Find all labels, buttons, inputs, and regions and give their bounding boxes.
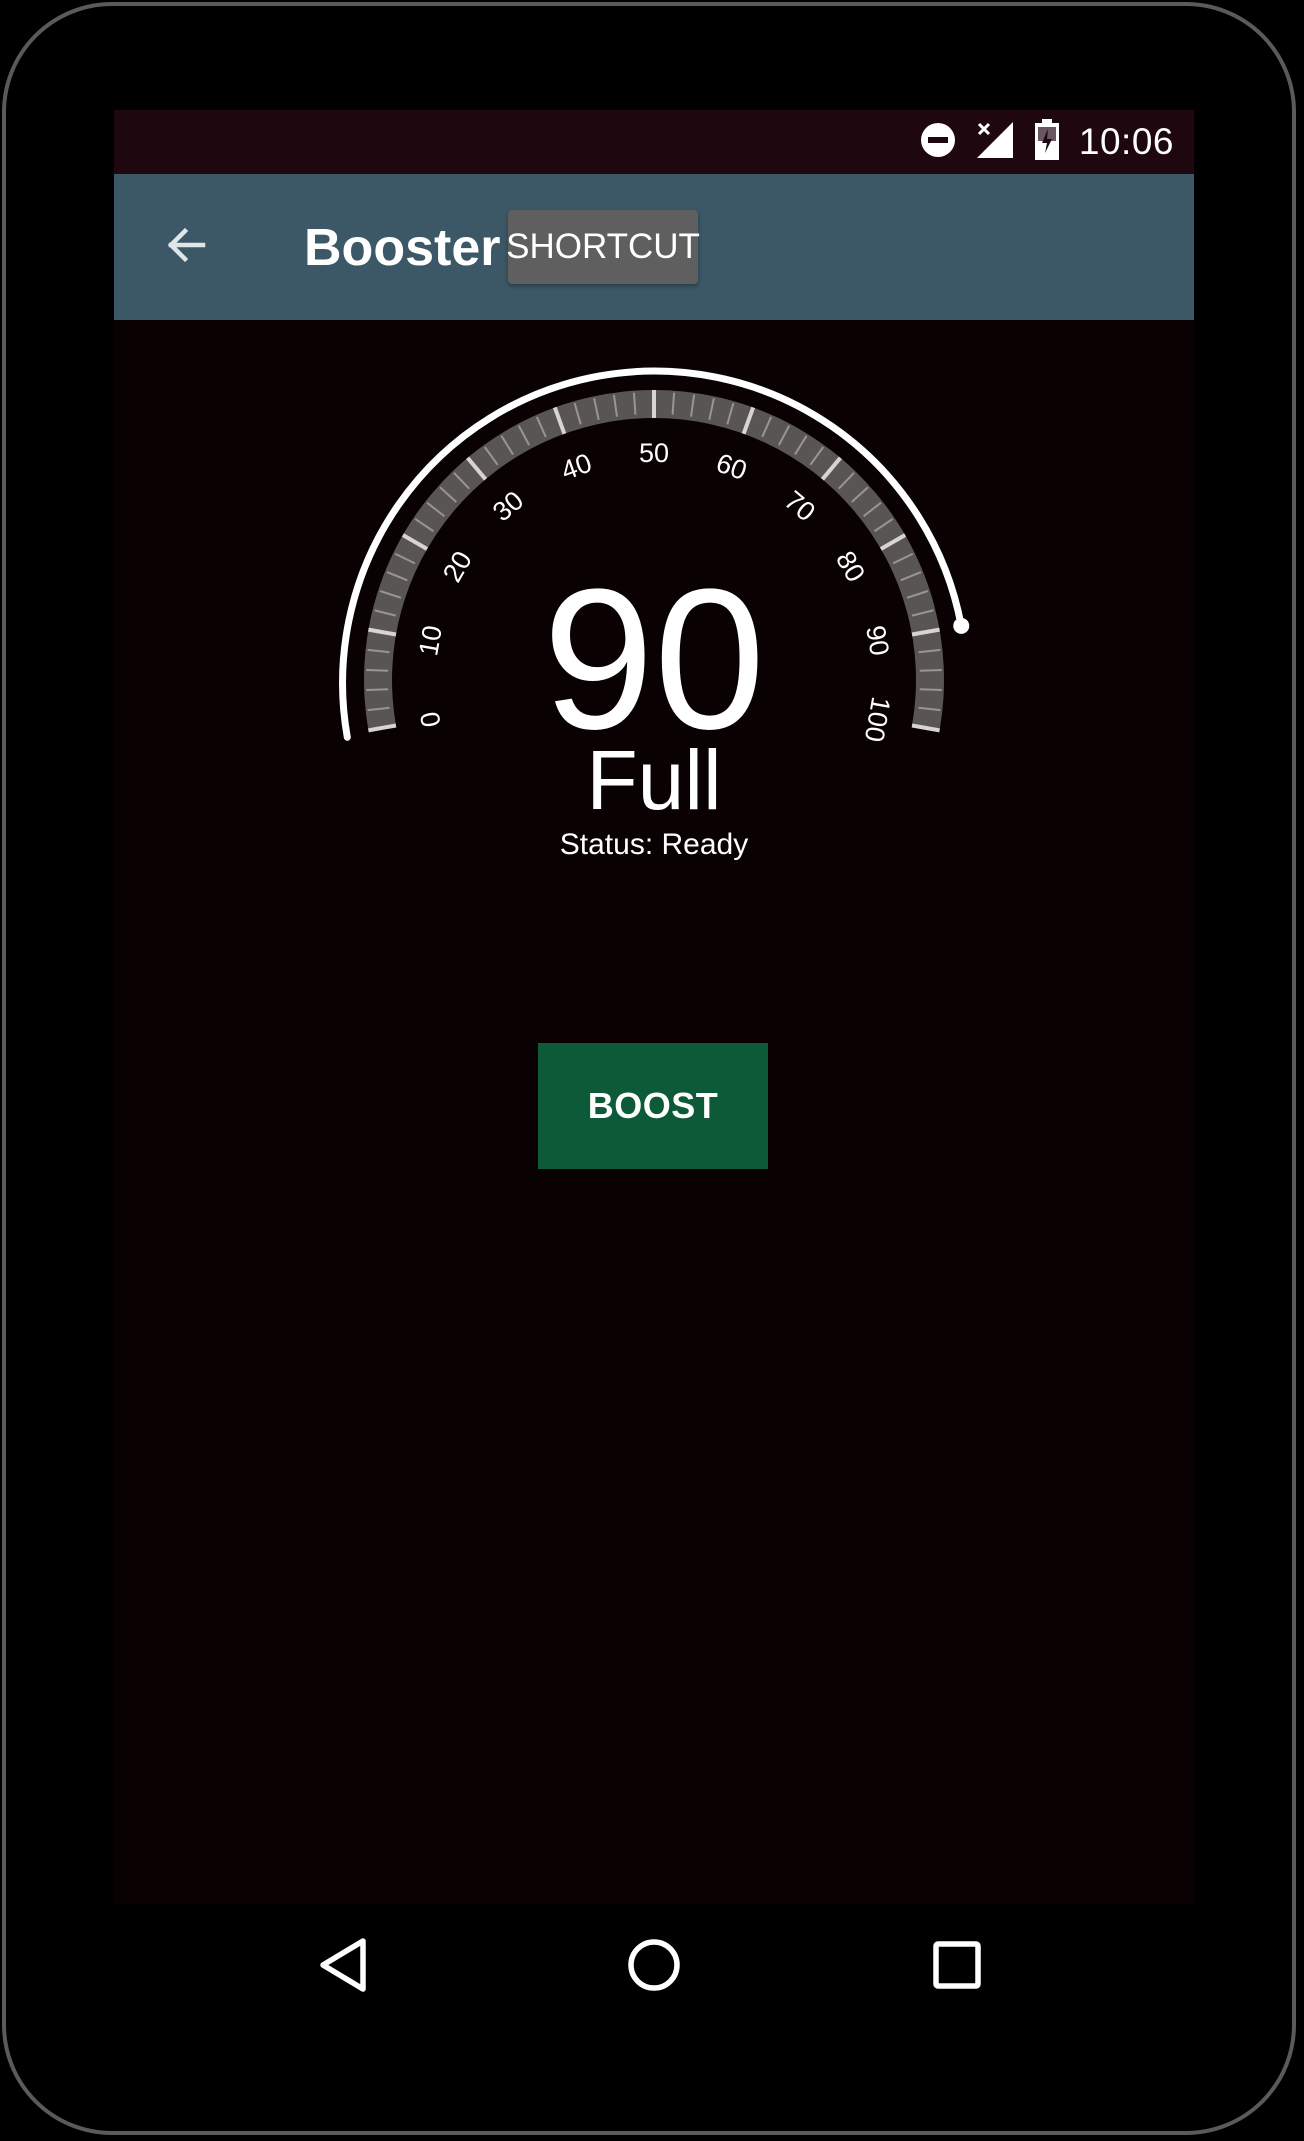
gauge-tick-label: 40 <box>557 448 595 486</box>
app-screen: 10:06 Booster SHORTCUT 0 10 20 30 40 50 60 70 80… <box>114 110 1194 1904</box>
nav-back-button[interactable] <box>298 1922 388 2012</box>
gauge-indicator-dot <box>953 617 970 634</box>
gauge-status: Status: Ready <box>559 828 749 861</box>
back-triangle-icon <box>315 1935 371 2000</box>
gauge-tick-label: 10 <box>413 623 448 658</box>
gauge-tick-label: 70 <box>779 485 821 527</box>
nav-recents-button[interactable] <box>912 1922 1002 2012</box>
gauge-tick-label: 90 <box>860 623 895 658</box>
gauge-minor-tick <box>919 668 942 672</box>
nav-home-button[interactable] <box>609 1922 699 2012</box>
gauge-minor-tick <box>366 668 389 672</box>
gauge-tick-label: 100 <box>859 695 896 745</box>
gauge-tick-label: 30 <box>487 485 529 527</box>
gauge-tick-label: 60 <box>712 448 750 486</box>
navigation-bar <box>114 1904 1194 2034</box>
gauge-tick-label: 50 <box>639 438 669 468</box>
recents-square-icon <box>929 1937 985 1998</box>
gauge-level-label: Full <box>586 733 722 827</box>
gauge-tick-label: 0 <box>414 709 446 729</box>
home-circle-icon <box>624 1935 684 2000</box>
gauge-minor-tick <box>919 688 942 692</box>
boost-button[interactable]: BOOST <box>538 1043 768 1169</box>
gauge-minor-tick <box>366 688 389 692</box>
